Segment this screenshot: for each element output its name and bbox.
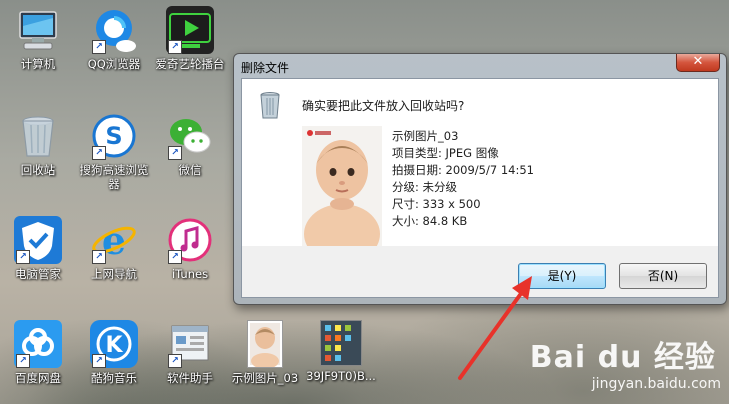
- icon-label: 计算机: [20, 57, 56, 71]
- dialog-title: 删除文件: [241, 61, 290, 75]
- desktop-icon-computer[interactable]: 计算机: [0, 6, 76, 71]
- file-details: 示例图片_03 项目类型: JPEG 图像 拍摄日期: 2009/5/7 14:…: [392, 128, 534, 230]
- watermark-url: jingyan.baidu.com: [591, 376, 721, 392]
- desktop-icon-ie[interactable]: e ↗ 上网导航: [76, 216, 152, 281]
- icon-label: iTunes: [171, 267, 209, 281]
- desktop-icon-screenshot-file[interactable]: 39JF9T0)B...: [303, 320, 379, 383]
- svg-text:S: S: [105, 122, 122, 150]
- baidu-jingyan-watermark: Bai du 经验 jingyan.baidu.com: [530, 332, 721, 392]
- baidu-netdisk-icon: ↗: [14, 320, 62, 368]
- shortcut-arrow-icon: ↗: [168, 354, 182, 368]
- icon-label: 软件助手: [167, 371, 213, 385]
- icon-label: 酷狗音乐: [91, 371, 137, 385]
- desktop-icon-sogou-browser[interactable]: S ↗ 搜狗高速浏览器: [76, 112, 152, 191]
- dialog-content: 确实要把此文件放入回收站吗? 示例图片_03 项目类型: JPEG 图像 拍摄日…: [242, 79, 718, 246]
- file-dimensions: 尺寸: 333 x 500: [392, 197, 481, 211]
- delete-file-dialog: 删除文件 ✕ 确实要把此文件放入回收站吗? 示例图片_03 项目类型: JPEG…: [233, 53, 727, 305]
- shortcut-arrow-icon: ↗: [168, 250, 182, 264]
- qq-browser-icon: ↗: [90, 6, 138, 54]
- watermark-logo: Bai du 经验: [529, 340, 716, 375]
- file-thumbnail: [302, 126, 382, 246]
- shortcut-arrow-icon: ↗: [92, 146, 106, 160]
- wechat-icon: ↗: [166, 112, 214, 160]
- icon-label: 39JF9T0)B...: [306, 369, 376, 383]
- svg-text:K: K: [105, 333, 123, 358]
- kugou-icon: K ↗: [90, 320, 138, 368]
- file-size: 大小: 84.8 KB: [392, 214, 468, 228]
- shortcut-arrow-icon: ↗: [92, 250, 106, 264]
- icon-label: QQ浏览器: [87, 57, 141, 71]
- close-button[interactable]: ✕: [676, 54, 720, 72]
- desktop-icon-wechat[interactable]: ↗ 微信: [152, 112, 228, 177]
- recycle-bin-icon: [14, 112, 62, 160]
- desktop-icon-pc-manager[interactable]: ↗ 电脑管家: [0, 216, 76, 281]
- file-date: 拍摄日期: 2009/5/7 14:51: [392, 163, 534, 177]
- icon-label: 微信: [178, 163, 202, 177]
- desktop-icon-software-assistant[interactable]: ↗ 软件助手: [152, 320, 228, 385]
- file-type: 项目类型: JPEG 图像: [392, 146, 499, 160]
- file-name: 示例图片_03: [392, 129, 459, 143]
- desktop-icon-itunes[interactable]: ↗ iTunes: [152, 216, 228, 281]
- software-assistant-icon: ↗: [166, 320, 214, 368]
- recycle-bin-icon: [258, 91, 282, 119]
- sogou-browser-icon: S ↗: [90, 112, 138, 160]
- desktop-icon-iqiyi[interactable]: ↗ 爱奇艺轮播台: [152, 6, 228, 71]
- icon-label: 搜狗高速浏览器: [79, 163, 149, 191]
- desktop-icon-baidu-netdisk[interactable]: ↗ 百度网盘: [0, 320, 76, 385]
- icon-label: 百度网盘: [15, 371, 61, 385]
- icon-label: 电脑管家: [15, 267, 61, 281]
- file-rating: 分级: 未分级: [392, 180, 458, 194]
- image-file-icon: [320, 320, 362, 366]
- shortcut-arrow-icon: ↗: [92, 354, 106, 368]
- confirm-question: 确实要把此文件放入回收站吗?: [302, 99, 465, 113]
- ie-icon: e ↗: [90, 216, 138, 264]
- icon-label: 回收站: [20, 163, 56, 177]
- shortcut-arrow-icon: ↗: [16, 354, 30, 368]
- icon-label: 上网导航: [91, 267, 137, 281]
- dialog-titlebar[interactable]: 删除文件 ✕: [234, 54, 726, 76]
- icon-label: 示例图片_03: [231, 371, 299, 385]
- computer-icon: [14, 6, 62, 54]
- shortcut-arrow-icon: ↗: [92, 40, 106, 54]
- iqiyi-icon: ↗: [166, 6, 214, 54]
- desktop-icon-recycle-bin[interactable]: 回收站: [0, 112, 76, 177]
- image-file-icon: [247, 320, 283, 369]
- desktop-icon-kugou[interactable]: K ↗ 酷狗音乐: [76, 320, 152, 385]
- icon-label: 爱奇艺轮播台: [155, 57, 225, 71]
- desktop-icon-qq-browser[interactable]: ↗ QQ浏览器: [76, 6, 152, 71]
- itunes-icon: ↗: [166, 216, 214, 264]
- pc-manager-icon: ↗: [14, 216, 62, 264]
- shortcut-arrow-icon: ↗: [168, 146, 182, 160]
- desktop-icon-sample-image[interactable]: 示例图片_03: [227, 320, 303, 385]
- dialog-client-area: 确实要把此文件放入回收站吗? 示例图片_03 项目类型: JPEG 图像 拍摄日…: [241, 78, 719, 298]
- shortcut-arrow-icon: ↗: [16, 250, 30, 264]
- no-button[interactable]: 否(N): [619, 263, 707, 289]
- shortcut-arrow-icon: ↗: [168, 40, 182, 54]
